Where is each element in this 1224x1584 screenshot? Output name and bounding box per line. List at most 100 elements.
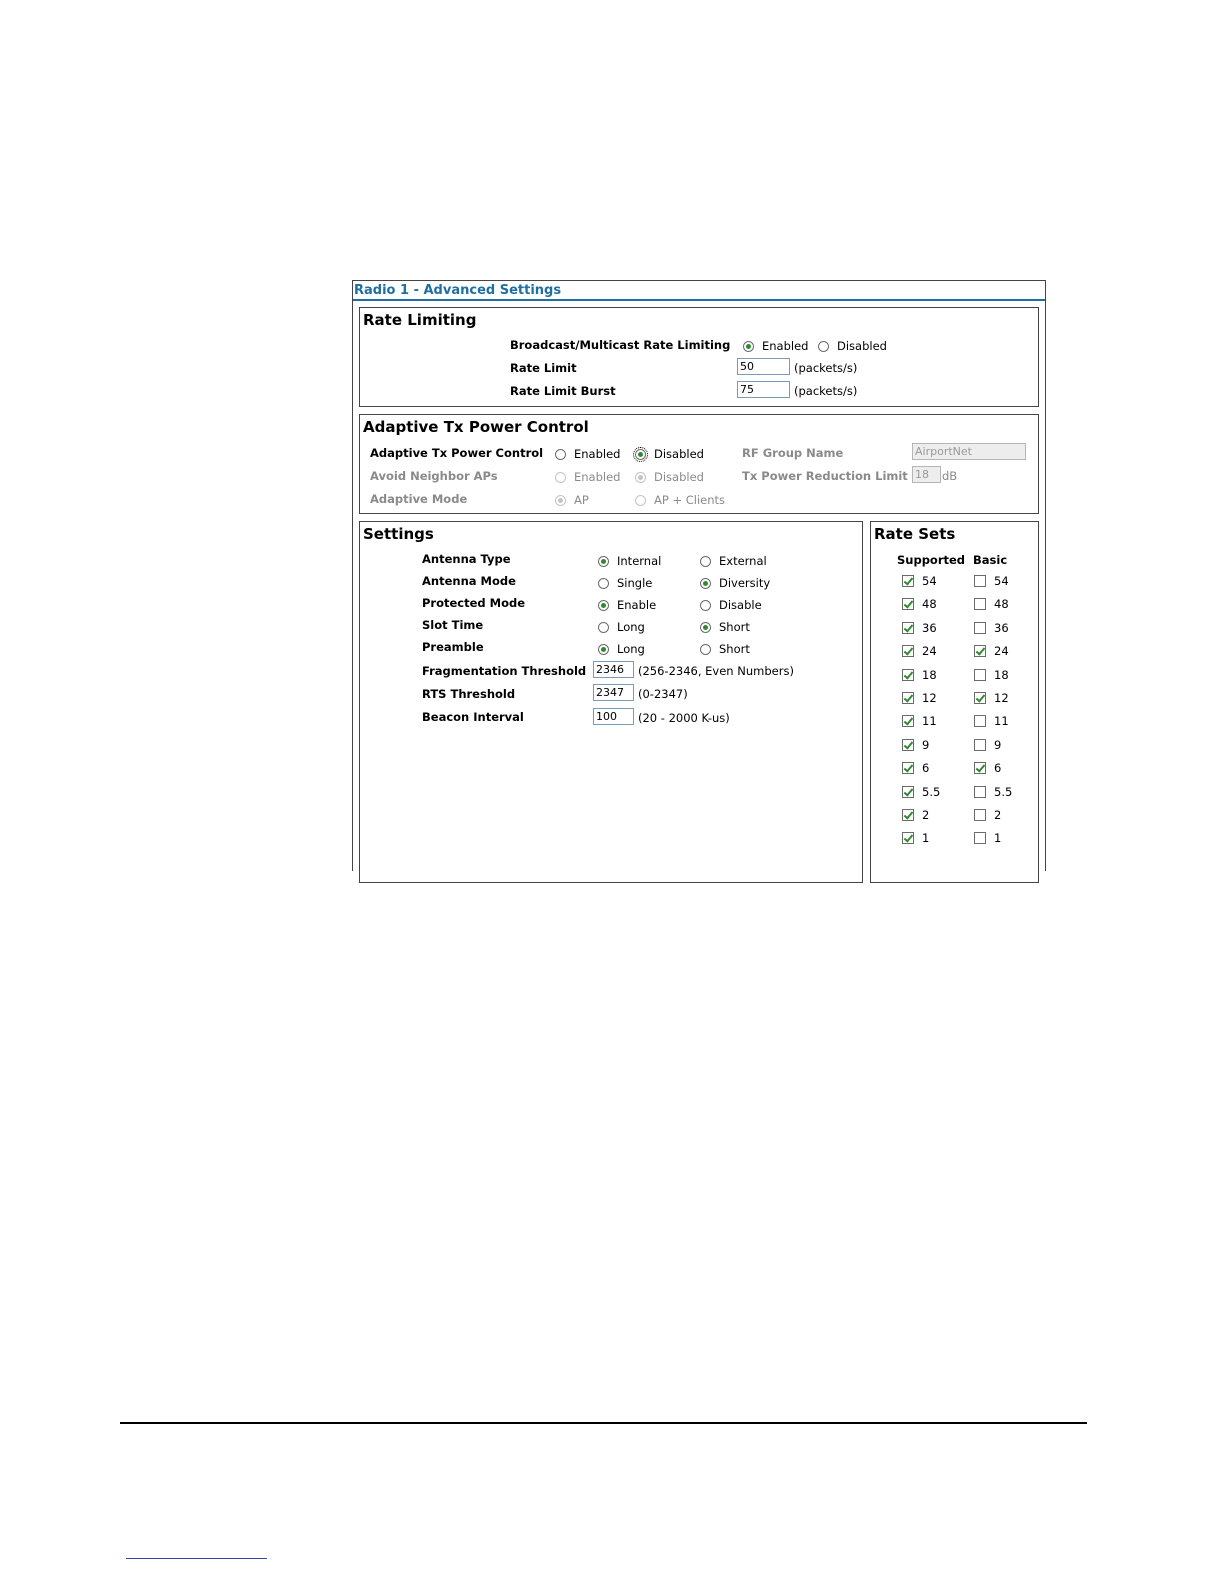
supported-rate-5-5-checkbox[interactable]: 5.5 <box>902 785 940 799</box>
supported-rate-12-checkbox[interactable]: 12 <box>902 691 937 705</box>
checkbox-indicator[interactable] <box>902 739 914 751</box>
checkbox-indicator[interactable] <box>974 669 986 681</box>
checkbox-indicator[interactable] <box>902 809 914 821</box>
adaptive-enabled-radio[interactable]: Enabled <box>555 447 620 461</box>
radio-indicator[interactable] <box>635 494 646 506</box>
beacon-interval-input[interactable]: 100 <box>593 708 634 725</box>
supported-rate-54-checkbox[interactable]: 54 <box>902 574 937 588</box>
supported-rate-1-checkbox[interactable]: 1 <box>902 831 929 845</box>
option-label: AP + Clients <box>654 493 726 507</box>
basic-rate-48-checkbox[interactable]: 48 <box>974 597 1009 611</box>
antenna-mode-single-radio[interactable]: Single <box>598 576 652 590</box>
protected-disable-radio[interactable]: Disable <box>700 598 762 612</box>
basic-rate-24-checkbox[interactable]: 24 <box>974 644 1009 658</box>
antenna-type-external-radio[interactable]: External <box>700 554 767 568</box>
radio-indicator[interactable] <box>700 577 711 589</box>
avoid-disabled-radio[interactable]: Disabled <box>635 470 704 484</box>
checkbox-indicator[interactable] <box>902 715 914 727</box>
checkbox-indicator[interactable] <box>902 832 914 844</box>
rate-limit-input[interactable]: 50 <box>737 358 790 375</box>
checkbox-indicator[interactable] <box>902 575 914 587</box>
radio-indicator[interactable] <box>598 555 609 567</box>
avoid-enabled-radio[interactable]: Enabled <box>555 470 620 484</box>
broadcast-enabled-radio[interactable]: Enabled <box>743 339 808 353</box>
rf-group-name-input[interactable]: AirportNet <box>912 443 1026 460</box>
slot-time-short-radio[interactable]: Short <box>700 620 750 634</box>
basic-rate-12-checkbox[interactable]: 12 <box>974 691 1009 705</box>
radio-indicator[interactable] <box>635 471 646 483</box>
protected-enable-radio[interactable]: Enable <box>598 598 656 612</box>
antenna-mode-diversity-radio[interactable]: Diversity <box>700 576 770 590</box>
radio-indicator[interactable] <box>598 643 609 655</box>
basic-rate-36-checkbox[interactable]: 36 <box>974 621 1009 635</box>
checkbox-indicator[interactable] <box>974 786 986 798</box>
radio-indicator[interactable] <box>598 621 609 633</box>
slot-time-label: Slot Time <box>422 618 484 632</box>
checkbox-indicator[interactable] <box>902 598 914 610</box>
fragmentation-threshold-hint: (256-2346, Even Numbers) <box>638 664 794 678</box>
rate-limit-burst-unit: (packets/s) <box>794 384 858 398</box>
option-label: Enabled <box>574 447 621 461</box>
checkbox-indicator[interactable] <box>974 598 986 610</box>
tx-power-reduction-input[interactable]: 18 <box>912 466 941 483</box>
supported-rate-9-checkbox[interactable]: 9 <box>902 738 929 752</box>
rate-limit-burst-input[interactable]: 75 <box>737 381 790 398</box>
mode-ap-clients-radio[interactable]: AP + Clients <box>635 493 725 507</box>
basic-column-header: Basic <box>973 553 1008 567</box>
supported-rate-36-checkbox[interactable]: 36 <box>902 621 937 635</box>
beacon-interval-hint: (20 - 2000 K-us) <box>638 711 730 725</box>
checkbox-indicator[interactable] <box>974 762 986 774</box>
supported-rate-24-checkbox[interactable]: 24 <box>902 644 937 658</box>
broadcast-disabled-radio[interactable]: Disabled <box>818 339 887 353</box>
adaptive-disabled-radio[interactable]: Disabled <box>633 446 704 462</box>
checkbox-indicator[interactable] <box>974 832 986 844</box>
preamble-short-radio[interactable]: Short <box>700 642 750 656</box>
adaptive-tx-power-section: Adaptive Tx Power Control Adaptive Tx Po… <box>359 414 1039 514</box>
supported-rate-6-checkbox[interactable]: 6 <box>902 761 929 775</box>
basic-rate-9-checkbox[interactable]: 9 <box>974 738 1001 752</box>
supported-rate-48-checkbox[interactable]: 48 <box>902 597 937 611</box>
radio-indicator[interactable] <box>700 555 711 567</box>
supported-rate-18-checkbox[interactable]: 18 <box>902 668 937 682</box>
basic-rate-6-checkbox[interactable]: 6 <box>974 761 1001 775</box>
radio-indicator[interactable] <box>555 494 566 506</box>
radio-indicator[interactable] <box>633 446 648 462</box>
checkbox-indicator[interactable] <box>974 692 986 704</box>
radio-indicator[interactable] <box>555 471 566 483</box>
radio-indicator[interactable] <box>555 448 566 460</box>
radio-indicator[interactable] <box>700 621 711 633</box>
checkbox-indicator[interactable] <box>974 715 986 727</box>
basic-rate-2-checkbox[interactable]: 2 <box>974 808 1001 822</box>
slot-time-long-radio[interactable]: Long <box>598 620 645 634</box>
basic-rate-5-5-checkbox[interactable]: 5.5 <box>974 785 1012 799</box>
checkbox-indicator[interactable] <box>974 809 986 821</box>
rate-label: 2 <box>922 808 930 822</box>
checkbox-indicator[interactable] <box>902 645 914 657</box>
radio-indicator[interactable] <box>598 577 609 589</box>
mode-ap-radio[interactable]: AP <box>555 493 589 507</box>
fragmentation-threshold-input[interactable]: 2346 <box>593 661 634 678</box>
checkbox-indicator[interactable] <box>902 669 914 681</box>
checkbox-indicator[interactable] <box>902 622 914 634</box>
checkbox-indicator[interactable] <box>902 762 914 774</box>
radio-indicator[interactable] <box>818 340 829 352</box>
basic-rate-18-checkbox[interactable]: 18 <box>974 668 1009 682</box>
checkbox-indicator[interactable] <box>974 739 986 751</box>
checkbox-indicator[interactable] <box>902 786 914 798</box>
basic-rate-11-checkbox[interactable]: 11 <box>974 714 1009 728</box>
checkbox-indicator[interactable] <box>974 645 986 657</box>
antenna-type-internal-radio[interactable]: Internal <box>598 554 661 568</box>
checkbox-indicator[interactable] <box>974 575 986 587</box>
checkbox-indicator[interactable] <box>902 692 914 704</box>
radio-indicator[interactable] <box>598 599 609 611</box>
supported-rate-11-checkbox[interactable]: 11 <box>902 714 937 728</box>
preamble-long-radio[interactable]: Long <box>598 642 645 656</box>
basic-rate-1-checkbox[interactable]: 1 <box>974 831 1001 845</box>
basic-rate-54-checkbox[interactable]: 54 <box>974 574 1009 588</box>
rts-threshold-input[interactable]: 2347 <box>593 684 634 701</box>
supported-rate-2-checkbox[interactable]: 2 <box>902 808 929 822</box>
radio-indicator[interactable] <box>700 599 711 611</box>
radio-indicator[interactable] <box>743 340 754 352</box>
radio-indicator[interactable] <box>700 643 711 655</box>
checkbox-indicator[interactable] <box>974 622 986 634</box>
